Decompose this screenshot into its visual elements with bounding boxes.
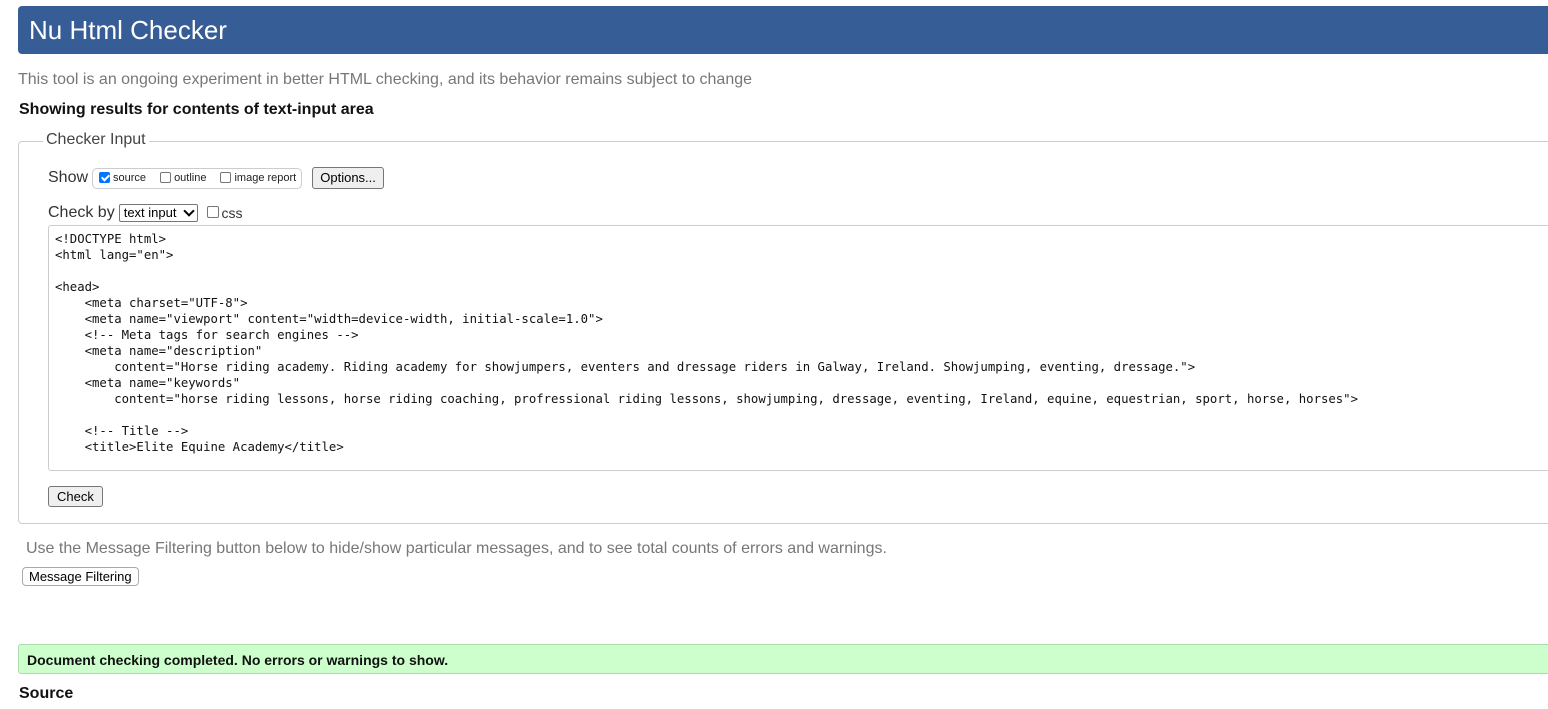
source-line: <meta name="keywords"	[55, 376, 241, 390]
css-checkbox[interactable]	[207, 206, 220, 218]
source-heading: Source	[19, 685, 74, 702]
check-button[interactable]: Check	[48, 486, 103, 507]
show-outline-option[interactable]: outline	[160, 171, 207, 184]
check-by-select[interactable]: text input	[118, 204, 199, 222]
results-heading: Showing results for contents of text-inp…	[19, 101, 374, 118]
source-line: <!-- Title -->	[55, 424, 189, 438]
source-checkbox[interactable]	[99, 171, 111, 183]
show-source-option[interactable]: source	[99, 171, 147, 184]
image-report-label: image report	[234, 172, 297, 184]
source-line: content="horse riding lessons, horse rid…	[55, 392, 1358, 406]
page-title: Nu Html Checker	[29, 15, 227, 45]
show-image-report-option[interactable]: image report	[220, 171, 297, 184]
check-by-label: Check by	[48, 204, 115, 221]
success-message: Document checking completed. No errors o…	[27, 652, 449, 668]
image-report-checkbox[interactable]	[220, 171, 232, 183]
subtitle: This tool is an ongoing experiment in be…	[18, 71, 753, 88]
page: Nu Html Checker This tool is an ongoing …	[0, 0, 1548, 709]
source-label: source	[113, 172, 147, 184]
header-bar: Nu Html Checker	[18, 6, 1548, 54]
source-textarea[interactable]: <!DOCTYPE html> <html lang="en"> <head> …	[48, 225, 1548, 471]
source-line: <meta name="description"	[55, 344, 263, 358]
message-filter-hint: Use the Message Filtering button below t…	[26, 540, 887, 557]
chevron-down-icon	[183, 205, 196, 217]
checker-input-legend: Checker Input	[43, 131, 149, 149]
check-by-row: Check by text input css	[48, 203, 242, 223]
success-banner: Document checking completed. No errors o…	[18, 644, 1548, 674]
outline-checkbox[interactable]	[160, 171, 172, 183]
message-filtering-button[interactable]: Message Filtering	[22, 567, 139, 586]
source-line: <meta name="viewport" content="width=dev…	[55, 312, 603, 326]
show-options-group: source outline image report	[92, 167, 303, 189]
source-line: <meta charset="UTF-8">	[55, 296, 248, 310]
source-line: <!-- Meta tags for search engines -->	[55, 328, 359, 342]
check-by-selected-value: text input	[123, 205, 177, 220]
options-button[interactable]: Options...	[312, 167, 384, 189]
source-line: content="Horse riding academy. Riding ac…	[55, 360, 1196, 374]
source-line: <!DOCTYPE html>	[55, 232, 167, 246]
css-label: css	[221, 205, 243, 221]
source-line: <head>	[55, 280, 100, 294]
show-label: Show	[48, 169, 89, 186]
css-option[interactable]: css	[207, 205, 242, 221]
source-line: <title>Elite Equine Academy</title>	[55, 440, 344, 454]
outline-label: outline	[174, 172, 207, 184]
source-line: <html lang="en">	[55, 248, 174, 262]
show-row: Show source outline image report Options…	[48, 167, 384, 189]
